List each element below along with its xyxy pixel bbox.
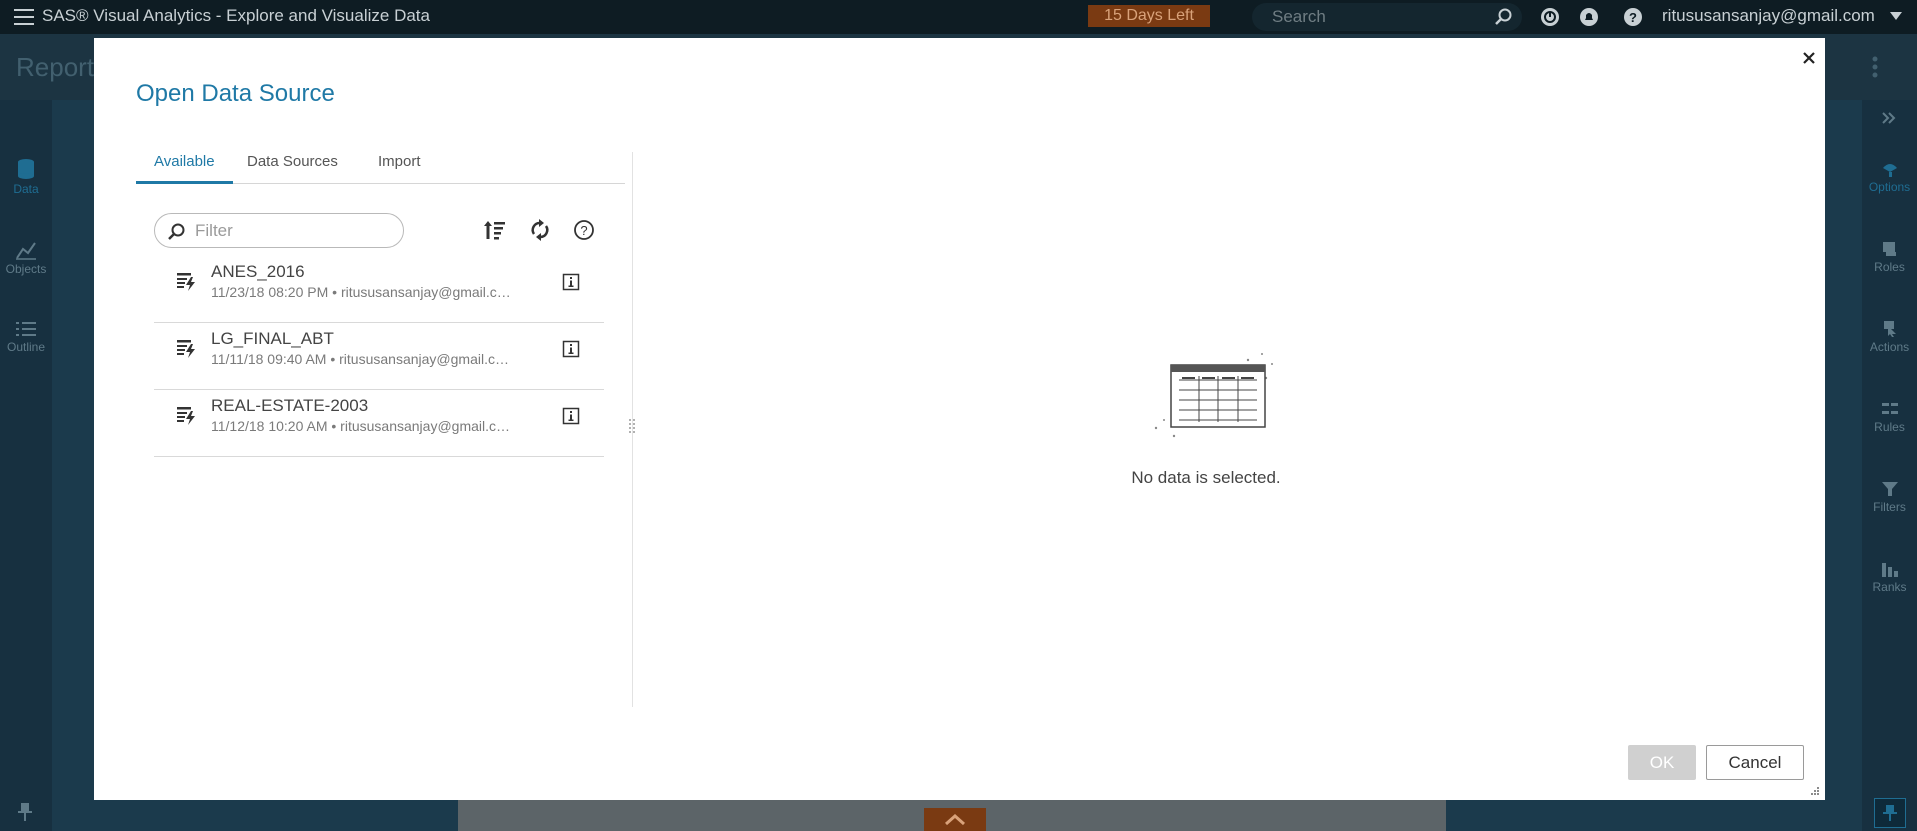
- data-source-list: ANES_2016 11/23/18 08:20 PM • ritususans…: [154, 256, 604, 457]
- info-icon: [562, 407, 580, 424]
- paint-icon: [1882, 164, 1897, 177]
- rail-item-label: Rules: [1874, 420, 1905, 434]
- notifications-icon[interactable]: [1579, 7, 1599, 27]
- rail-item-roles[interactable]: Roles: [1862, 240, 1917, 274]
- more-options-icon[interactable]: [1872, 56, 1878, 78]
- rail-item-label: Filters: [1873, 500, 1906, 514]
- user-email[interactable]: ritususansanjay@gmail.com: [1662, 6, 1875, 26]
- list-item[interactable]: LG_FINAL_ABT 11/11/18 09:40 AM • ritusus…: [154, 323, 604, 390]
- source-meta: 11/23/18 08:20 PM • ritususansanjay@gmai…: [211, 284, 513, 300]
- table-lightning-icon: [177, 273, 195, 291]
- tab-available[interactable]: Available: [136, 148, 233, 184]
- table-lightning-icon: [177, 407, 195, 425]
- filter-input[interactable]: [195, 220, 385, 241]
- table-lightning-icon: [177, 340, 195, 358]
- chevron-down-icon[interactable]: [1890, 12, 1902, 22]
- source-name: ANES_2016: [211, 262, 305, 281]
- empty-table-illustration-icon: [1154, 353, 1273, 438]
- chevron-up-icon: [945, 814, 965, 826]
- info-button[interactable]: [560, 406, 582, 428]
- help-button[interactable]: ?: [569, 215, 599, 245]
- help-icon: ?: [574, 220, 594, 240]
- pin-icon: [1883, 805, 1897, 821]
- source-meta: 11/11/18 09:40 AM • ritususansanjay@gmai…: [211, 351, 513, 367]
- cancel-button[interactable]: Cancel: [1706, 745, 1804, 780]
- info-icon: [562, 273, 580, 290]
- rail-item-rules[interactable]: Rules: [1862, 400, 1917, 434]
- menu-icon[interactable]: [14, 9, 34, 25]
- rail-item-outline[interactable]: Outline: [0, 320, 52, 354]
- list-item[interactable]: ANES_2016 11/23/18 08:20 PM • ritususans…: [154, 256, 604, 323]
- open-data-source-dialog: Open Data Source Available Data Sources …: [94, 38, 1825, 800]
- rail-item-label: Data: [13, 182, 39, 196]
- source-meta: 11/12/18 10:20 AM • ritususansanjay@gmai…: [211, 418, 513, 434]
- canvas-expand-tab[interactable]: [924, 808, 986, 831]
- sort-button[interactable]: [480, 215, 510, 245]
- rail-item-data[interactable]: Data: [0, 158, 52, 196]
- info-button[interactable]: [560, 272, 582, 294]
- search-icon[interactable]: [1494, 7, 1514, 27]
- filter-field[interactable]: [154, 213, 404, 248]
- source-name: REAL-ESTATE-2003: [211, 396, 369, 415]
- drag-handle-icon[interactable]: [628, 418, 636, 434]
- rail-item-actions[interactable]: Actions: [1862, 320, 1917, 354]
- tab-data-sources[interactable]: Data Sources: [229, 148, 356, 184]
- database-icon: [18, 159, 34, 179]
- rail-item-label: Objects: [5, 262, 47, 276]
- trial-badge[interactable]: 15 Days Left: [1088, 5, 1210, 27]
- source-name: LG_FINAL_ABT: [211, 329, 334, 348]
- sort-icon: [484, 221, 505, 240]
- list-item[interactable]: REAL-ESTATE-2003 11/12/18 10:20 AM • rit…: [154, 390, 604, 457]
- history-icon[interactable]: [1540, 7, 1560, 27]
- pin-button[interactable]: [1874, 798, 1906, 828]
- svg-text:?: ?: [1629, 10, 1637, 25]
- resize-handle-icon[interactable]: [1810, 786, 1820, 796]
- search-icon: [168, 223, 185, 240]
- rail-item-label: Ranks: [1872, 580, 1907, 594]
- pin-icon[interactable]: [16, 802, 34, 822]
- app-title: SAS® Visual Analytics - Explore and Visu…: [42, 6, 430, 25]
- rail-item-ranks[interactable]: Ranks: [1862, 560, 1917, 594]
- svg-text:?: ?: [580, 223, 587, 238]
- top-bar: SAS® Visual Analytics - Explore and Visu…: [0, 0, 1917, 34]
- rail-item-label: Roles: [1874, 260, 1905, 274]
- close-icon: [1803, 51, 1815, 64]
- ok-button[interactable]: OK: [1628, 745, 1696, 780]
- collapse-chevron-icon[interactable]: [1882, 112, 1896, 124]
- roles-icon: [1882, 242, 1896, 256]
- line-chart-icon: [16, 242, 36, 260]
- list-icon: [16, 322, 36, 336]
- rail-item-label: Outline: [6, 340, 46, 354]
- rail-item-label: Actions: [1869, 340, 1910, 354]
- tab-import[interactable]: Import: [360, 148, 439, 184]
- dialog-tabs: Available Data Sources Import: [136, 148, 625, 184]
- close-button[interactable]: [1796, 46, 1822, 72]
- refresh-button[interactable]: [525, 215, 555, 245]
- rail-item-filters[interactable]: Filters: [1862, 480, 1917, 514]
- info-icon: [562, 340, 580, 357]
- data-pane-backdrop: [52, 100, 94, 831]
- cursor-icon: [1883, 321, 1896, 337]
- refresh-icon: [531, 219, 549, 241]
- report-title[interactable]: Report: [16, 52, 94, 83]
- rules-icon: [1881, 403, 1898, 414]
- help-icon[interactable]: ?: [1623, 7, 1643, 27]
- rail-item-objects[interactable]: Objects: [0, 240, 52, 276]
- empty-state-message: No data is selected.: [1131, 468, 1281, 487]
- rail-item-options[interactable]: Options: [1862, 160, 1917, 194]
- global-search[interactable]: [1252, 3, 1522, 31]
- dialog-title: Open Data Source: [136, 80, 335, 107]
- rail-item-label: Options: [1868, 180, 1911, 194]
- bar-chart-icon: [1881, 563, 1898, 577]
- filter-icon: [1881, 482, 1898, 496]
- right-rail: Options Roles Actions Rules Filters Rank…: [1862, 100, 1917, 831]
- info-button[interactable]: [560, 339, 582, 361]
- global-search-input[interactable]: [1272, 7, 1492, 27]
- left-rail: Data Objects Outline: [0, 100, 52, 831]
